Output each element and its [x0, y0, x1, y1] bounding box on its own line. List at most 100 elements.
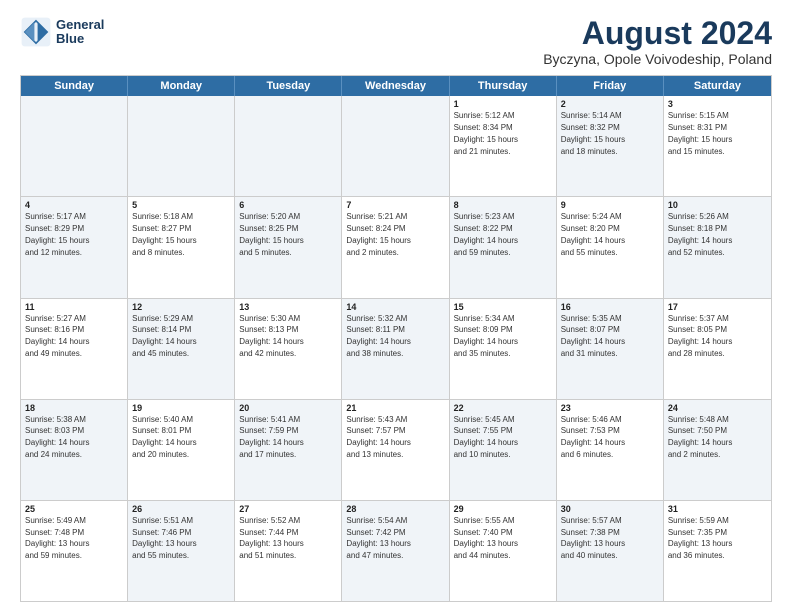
day-number: 4: [25, 200, 123, 210]
day-number: 18: [25, 403, 123, 413]
day-info: Sunrise: 5:15 AM Sunset: 8:31 PM Dayligh…: [668, 111, 732, 155]
day-cell-9: 9 Sunrise: 5:24 AM Sunset: 8:20 PM Daylig…: [557, 197, 664, 297]
page: General Blue August 2024 Byczyna, Opole …: [0, 0, 792, 612]
day-number: 21: [346, 403, 444, 413]
day-number: 19: [132, 403, 230, 413]
day-cell-12: 12Sunrise: 5:29 AM Sunset: 8:14 PM Dayli…: [128, 299, 235, 399]
day-info: Sunrise: 5:24 AM Sunset: 8:20 PM Dayligh…: [561, 212, 625, 256]
day-info: Sunrise: 5:37 AM Sunset: 8:05 PM Dayligh…: [668, 314, 732, 358]
day-cell-31: 31Sunrise: 5:59 AM Sunset: 7:35 PM Dayli…: [664, 501, 771, 601]
day-number: 13: [239, 302, 337, 312]
day-cell-23: 23 Sunrise: 5:46 AM Sunset: 7:53 PM Dayli…: [557, 400, 664, 500]
day-info: Sunrise: 5:23 AM Sunset: 8:22 PM Dayligh…: [454, 212, 518, 256]
day-info: Sunrise: 5:12 AM Sunset: 8:34 PM Dayligh…: [454, 111, 518, 155]
day-cell-11: 11 Sunrise: 5:27 AM Sunset: 8:16 PM Dayli…: [21, 299, 128, 399]
day-number: 3: [668, 99, 767, 109]
day-cell-28: 28Sunrise: 5:54 AM Sunset: 7:42 PM Dayli…: [342, 501, 449, 601]
empty-cell-0-1: [128, 96, 235, 196]
day-number: 23: [561, 403, 659, 413]
day-info: Sunrise: 5:20 AM Sunset: 8:25 PM Dayligh…: [239, 212, 303, 256]
day-cell-24: 24Sunrise: 5:48 AM Sunset: 7:50 PM Dayli…: [664, 400, 771, 500]
day-number: 11: [25, 302, 123, 312]
day-cell-4: 4Sunrise: 5:17 AM Sunset: 8:29 PM Daylig…: [21, 197, 128, 297]
day-cell-18: 18Sunrise: 5:38 AM Sunset: 8:03 PM Dayli…: [21, 400, 128, 500]
day-info: Sunrise: 5:52 AM Sunset: 7:44 PM Dayligh…: [239, 516, 303, 560]
empty-cell-0-0: [21, 96, 128, 196]
day-number: 7: [346, 200, 444, 210]
calendar-header: SundayMondayTuesdayWednesdayThursdayFrid…: [21, 76, 771, 96]
day-number: 1: [454, 99, 552, 109]
day-info: Sunrise: 5:34 AM Sunset: 8:09 PM Dayligh…: [454, 314, 518, 358]
day-info: Sunrise: 5:18 AM Sunset: 8:27 PM Dayligh…: [132, 212, 196, 256]
day-info: Sunrise: 5:46 AM Sunset: 7:53 PM Dayligh…: [561, 415, 625, 459]
day-cell-3: 3 Sunrise: 5:15 AM Sunset: 8:31 PM Daylig…: [664, 96, 771, 196]
day-number: 16: [561, 302, 659, 312]
day-number: 17: [668, 302, 767, 312]
day-info: Sunrise: 5:32 AM Sunset: 8:11 PM Dayligh…: [346, 314, 410, 358]
empty-cell-0-2: [235, 96, 342, 196]
calendar: SundayMondayTuesdayWednesdayThursdayFrid…: [20, 75, 772, 602]
header-day-friday: Friday: [557, 76, 664, 96]
day-number: 25: [25, 504, 123, 514]
empty-cell-0-3: [342, 96, 449, 196]
subtitle: Byczyna, Opole Voivodeship, Poland: [543, 51, 772, 67]
day-info: Sunrise: 5:54 AM Sunset: 7:42 PM Dayligh…: [346, 516, 410, 560]
day-cell-7: 7Sunrise: 5:21 AM Sunset: 8:24 PM Daylig…: [342, 197, 449, 297]
day-cell-20: 20 Sunrise: 5:41 AM Sunset: 7:59 PM Dayli…: [235, 400, 342, 500]
day-cell-8: 8 Sunrise: 5:23 AM Sunset: 8:22 PM Daylig…: [450, 197, 557, 297]
main-title: August 2024: [543, 16, 772, 51]
day-number: 9: [561, 200, 659, 210]
week-row-4: 18Sunrise: 5:38 AM Sunset: 8:03 PM Dayli…: [21, 400, 771, 501]
day-number: 29: [454, 504, 552, 514]
day-info: Sunrise: 5:45 AM Sunset: 7:55 PM Dayligh…: [454, 415, 518, 459]
day-info: Sunrise: 5:49 AM Sunset: 7:48 PM Dayligh…: [25, 516, 89, 560]
week-row-1: 1 Sunrise: 5:12 AM Sunset: 8:34 PM Daylig…: [21, 96, 771, 197]
week-row-5: 25 Sunrise: 5:49 AM Sunset: 7:48 PM Dayli…: [21, 501, 771, 601]
header-day-wednesday: Wednesday: [342, 76, 449, 96]
day-info: Sunrise: 5:43 AM Sunset: 7:57 PM Dayligh…: [346, 415, 410, 459]
day-info: Sunrise: 5:41 AM Sunset: 7:59 PM Dayligh…: [239, 415, 303, 459]
day-number: 6: [239, 200, 337, 210]
header-day-thursday: Thursday: [450, 76, 557, 96]
day-cell-16: 16Sunrise: 5:35 AM Sunset: 8:07 PM Dayli…: [557, 299, 664, 399]
title-block: August 2024 Byczyna, Opole Voivodeship, …: [543, 16, 772, 67]
header-day-monday: Monday: [128, 76, 235, 96]
day-info: Sunrise: 5:29 AM Sunset: 8:14 PM Dayligh…: [132, 314, 196, 358]
week-row-3: 11 Sunrise: 5:27 AM Sunset: 8:16 PM Dayli…: [21, 299, 771, 400]
day-cell-29: 29 Sunrise: 5:55 AM Sunset: 7:40 PM Dayli…: [450, 501, 557, 601]
day-number: 30: [561, 504, 659, 514]
header: General Blue August 2024 Byczyna, Opole …: [20, 16, 772, 67]
header-day-sunday: Sunday: [21, 76, 128, 96]
day-number: 20: [239, 403, 337, 413]
day-cell-14: 14 Sunrise: 5:32 AM Sunset: 8:11 PM Dayli…: [342, 299, 449, 399]
day-number: 27: [239, 504, 337, 514]
day-info: Sunrise: 5:27 AM Sunset: 8:16 PM Dayligh…: [25, 314, 89, 358]
week-row-2: 4Sunrise: 5:17 AM Sunset: 8:29 PM Daylig…: [21, 197, 771, 298]
day-info: Sunrise: 5:30 AM Sunset: 8:13 PM Dayligh…: [239, 314, 303, 358]
day-cell-27: 27 Sunrise: 5:52 AM Sunset: 7:44 PM Dayli…: [235, 501, 342, 601]
header-day-saturday: Saturday: [664, 76, 771, 96]
day-number: 22: [454, 403, 552, 413]
day-number: 5: [132, 200, 230, 210]
logo-line1: General: [56, 18, 104, 32]
day-number: 26: [132, 504, 230, 514]
day-number: 2: [561, 99, 659, 109]
day-number: 14: [346, 302, 444, 312]
logo-icon: [20, 16, 52, 48]
day-info: Sunrise: 5:51 AM Sunset: 7:46 PM Dayligh…: [132, 516, 196, 560]
day-number: 24: [668, 403, 767, 413]
day-info: Sunrise: 5:14 AM Sunset: 8:32 PM Dayligh…: [561, 111, 625, 155]
day-info: Sunrise: 5:57 AM Sunset: 7:38 PM Dayligh…: [561, 516, 625, 560]
calendar-body: 1 Sunrise: 5:12 AM Sunset: 8:34 PM Daylig…: [21, 96, 771, 601]
day-info: Sunrise: 5:55 AM Sunset: 7:40 PM Dayligh…: [454, 516, 518, 560]
logo: General Blue: [20, 16, 104, 48]
day-cell-26: 26 Sunrise: 5:51 AM Sunset: 7:46 PM Dayli…: [128, 501, 235, 601]
day-number: 8: [454, 200, 552, 210]
day-cell-15: 15 Sunrise: 5:34 AM Sunset: 8:09 PM Dayli…: [450, 299, 557, 399]
day-cell-2: 2 Sunrise: 5:14 AM Sunset: 8:32 PM Daylig…: [557, 96, 664, 196]
header-day-tuesday: Tuesday: [235, 76, 342, 96]
day-cell-19: 19Sunrise: 5:40 AM Sunset: 8:01 PM Dayli…: [128, 400, 235, 500]
day-number: 15: [454, 302, 552, 312]
day-cell-13: 13 Sunrise: 5:30 AM Sunset: 8:13 PM Dayli…: [235, 299, 342, 399]
day-info: Sunrise: 5:59 AM Sunset: 7:35 PM Dayligh…: [668, 516, 732, 560]
